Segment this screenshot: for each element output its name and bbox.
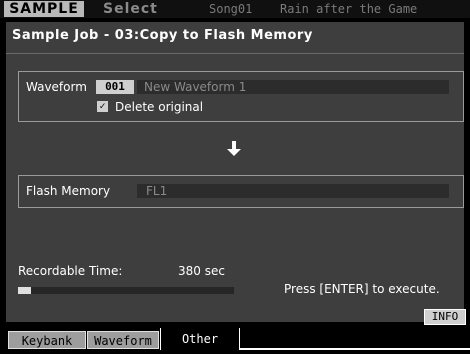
tab-underline (240, 348, 470, 350)
flash-memory-label: Flash Memory (26, 184, 111, 198)
waveform-number-field[interactable]: 001 (96, 80, 134, 94)
info-button[interactable]: INFO (424, 309, 466, 325)
submode-label: Select (103, 1, 158, 17)
waveform-group (18, 71, 464, 122)
tab-other[interactable]: Other (160, 328, 240, 350)
waveform-name-field[interactable]: New Waveform 1 (137, 80, 449, 94)
mode-indicator: SAMPLE (4, 1, 84, 17)
execute-hint: Press [ENTER] to execute. (284, 282, 440, 296)
waveform-label: Waveform (26, 80, 87, 94)
delete-original-label: Delete original (115, 100, 204, 114)
tab-waveform[interactable]: Waveform (87, 331, 159, 349)
recordable-time-bar-fill (18, 287, 31, 294)
page-title: Sample Job - 03:Copy to Flash Memory (12, 28, 313, 43)
recordable-time-label: Recordable Time: (18, 264, 123, 278)
recordable-time-bar (18, 287, 234, 294)
title-divider (6, 53, 464, 54)
song-name: Rain after the Game (280, 2, 418, 16)
song-number: Song01 (209, 2, 253, 16)
flash-memory-field[interactable]: FL1 (137, 184, 449, 198)
delete-original-checkbox[interactable]: ✓ (97, 101, 108, 112)
tab-keybank[interactable]: Keybank (8, 331, 86, 349)
top-status-bar: SAMPLE Select Song01 Rain after the Game (0, 0, 470, 18)
recordable-time-value: 380 sec (178, 264, 225, 278)
arrow-down-icon (227, 141, 241, 156)
